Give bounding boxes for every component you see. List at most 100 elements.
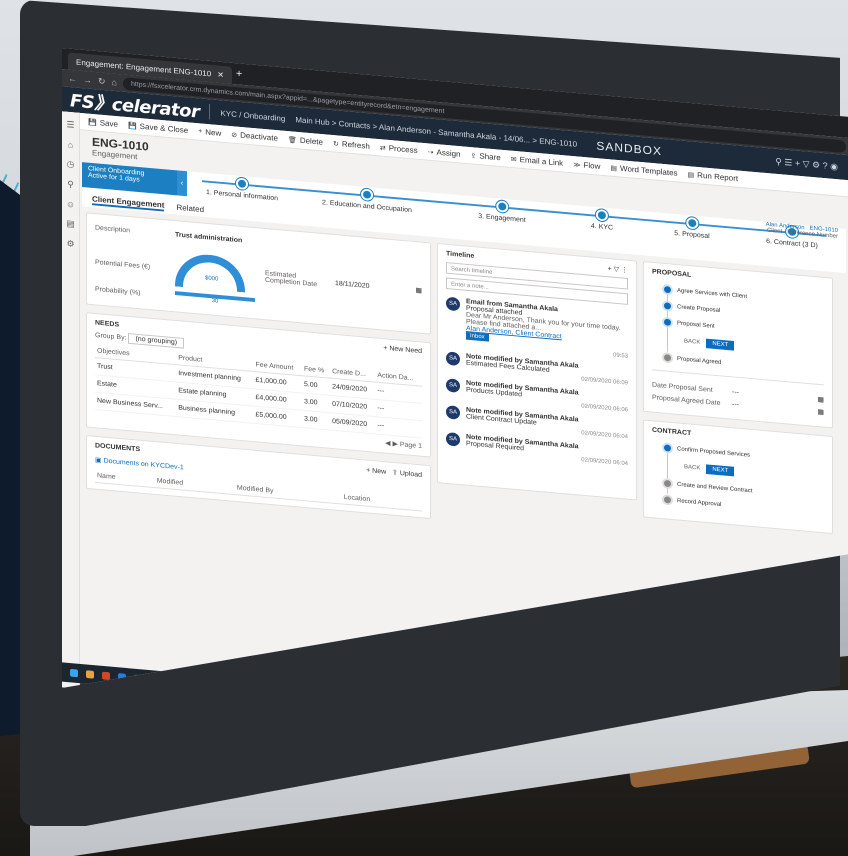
new-document-button[interactable]: + New	[366, 467, 386, 475]
recent-icon[interactable]: ◷	[67, 159, 75, 170]
bpf-stage-1[interactable]: 1. Personal information	[206, 175, 278, 202]
pin-icon[interactable]: ⚲	[67, 179, 74, 190]
new-document-label: New	[372, 467, 387, 476]
step-label: Proposal Agreed	[677, 355, 722, 366]
stage-dot	[235, 177, 248, 191]
explorer-icon[interactable]	[86, 670, 94, 679]
upload-button[interactable]: ⇧ Upload	[392, 470, 422, 479]
needs-subgrid: NEEDS + New Need Group By: (no grouping)…	[86, 312, 431, 458]
command-1[interactable]: 💾 Save & Close	[128, 121, 188, 135]
command-5[interactable]: ↻ Refresh	[333, 139, 370, 151]
divider	[209, 104, 211, 120]
contacts-icon[interactable]: ☺	[66, 199, 75, 209]
avatar: SA	[446, 296, 460, 312]
command-2[interactable]: + New	[198, 127, 221, 138]
menu-icon[interactable]: ☰	[66, 119, 74, 130]
app-area[interactable]: KYC / Onboarding	[220, 108, 285, 122]
back-button[interactable]: BACK	[678, 462, 706, 474]
start-icon[interactable]	[70, 668, 78, 678]
command-label: Process	[388, 143, 418, 155]
home-icon[interactable]: ⌂	[68, 140, 73, 150]
command-icon: 💾	[88, 118, 97, 127]
command-icon: ⇄	[379, 144, 386, 152]
proposal-agreed-value[interactable]: ---	[732, 401, 739, 408]
contract-title: CONTRACT	[652, 426, 692, 438]
step-dot	[664, 318, 671, 326]
next-button[interactable]: NEXT	[706, 464, 735, 477]
column-header[interactable]: Modified By	[234, 481, 342, 504]
proposal-sent-value[interactable]: ---	[732, 388, 739, 395]
cell-amount: £5,000.00	[253, 406, 302, 428]
back-button[interactable]: BACK	[678, 336, 706, 348]
bpf-stage-3[interactable]: 3. Engagement	[478, 199, 526, 224]
step-item[interactable]: Record Approval	[664, 496, 824, 517]
header-icons[interactable]: ⚲ ☰ + ▽ ⚙ ? ◉	[775, 156, 838, 172]
bpf-stage-5[interactable]: 5. Proposal	[674, 216, 710, 240]
command-8[interactable]: ⇪ Share	[471, 151, 501, 163]
stage-dot	[596, 208, 608, 222]
needs-title: NEEDS	[95, 319, 120, 329]
column-header[interactable]: Name	[95, 469, 155, 488]
command-10[interactable]: ≫ Flow	[573, 160, 600, 171]
settings-icon[interactable]: ⚙	[66, 238, 74, 249]
reload-icon[interactable]: ↻	[98, 76, 106, 87]
command-4[interactable]: 🗑 Delete	[288, 135, 323, 147]
command-11[interactable]: ▤ Word Templates	[610, 163, 677, 178]
new-tab-icon[interactable]: +	[236, 68, 242, 80]
timeline-actions-icon[interactable]: + ▽ ⋮	[608, 265, 628, 275]
completion-value[interactable]: 18/11/2020	[335, 280, 370, 290]
office-icon[interactable]	[102, 671, 110, 681]
owner-role: Client	[766, 227, 783, 235]
calendar-icon[interactable]: ▦	[415, 286, 422, 294]
calendar-icon[interactable]: ▦	[817, 408, 824, 416]
back-icon[interactable]: ←	[68, 73, 77, 83]
new-need-label: New Need	[389, 345, 422, 356]
forward-icon[interactable]: →	[83, 75, 92, 85]
stage-label: 1. Personal information	[206, 189, 278, 203]
column-header[interactable]: Modified	[154, 474, 235, 495]
bpf-stage-4[interactable]: 4. KYC	[591, 208, 613, 232]
description-value[interactable]: Trust administration	[175, 232, 242, 245]
avatar: SA	[446, 351, 460, 367]
calendar-icon[interactable]: ▦	[817, 395, 824, 403]
bpf-stage-2[interactable]: 2. Education and Occupation	[322, 185, 412, 214]
avatar: SA	[446, 378, 460, 393]
command-3[interactable]: ⊘ Deactivate	[231, 130, 278, 143]
step-label: Record Approval	[677, 497, 722, 508]
list-icon[interactable]: ▤	[66, 218, 75, 229]
environment-label: SANDBOX	[596, 138, 662, 159]
command-label: Run Report	[697, 170, 739, 183]
command-label: Email a Link	[519, 155, 564, 168]
timeline-card: Timeline + ▽ ⋮ Search timeline Enter a n…	[437, 243, 637, 501]
step-label: Confirm Proposed Services	[677, 445, 751, 459]
step-label: Create Proposal	[677, 303, 721, 314]
group-by-select[interactable]: (no grouping)	[128, 333, 185, 349]
cell-fee: 3.00	[301, 410, 331, 431]
tab-related[interactable]: Related	[176, 202, 204, 213]
command-icon: ▤	[610, 164, 618, 172]
contract-steps: Confirm Proposed Services BACK NEXT Create …	[652, 443, 824, 517]
document-library-name: Documents on KYCDev-1	[103, 457, 184, 472]
command-7[interactable]: ⇢ Assign	[428, 147, 461, 159]
stage-dot	[685, 216, 698, 230]
command-label: Save	[99, 118, 118, 129]
fees-label: Potential Fees (€)	[95, 258, 151, 271]
chevron-left-icon[interactable]: ‹	[177, 170, 187, 197]
command-12[interactable]: ▤ Run Report	[688, 170, 739, 183]
timeline-item[interactable]: SA Email from Samantha Akala Proposal atta…	[446, 296, 628, 360]
command-icon: 💾	[127, 122, 137, 130]
command-9[interactable]: ✉ Email a Link	[511, 154, 563, 167]
bpf-active-process[interactable]: Client Onboarding Active for 1 days	[82, 162, 177, 196]
timeline-text: Email from Samantha Akala Proposal attach…	[466, 298, 628, 360]
new-need-button[interactable]: + New Need	[383, 345, 422, 355]
command-6[interactable]: ⇄ Process	[380, 143, 418, 155]
stage-dot	[495, 200, 508, 213]
next-button[interactable]: NEXT	[706, 338, 735, 351]
column-header[interactable]: Location	[341, 491, 422, 512]
home-icon[interactable]: ⌂	[112, 77, 117, 87]
main-column: Description Trust administration Potenti…	[86, 212, 431, 520]
command-0[interactable]: 💾 Save	[88, 117, 118, 128]
probability-slider[interactable]: 30	[175, 291, 255, 308]
fees-gauge: $000	[175, 251, 245, 293]
close-icon[interactable]: ✕	[217, 70, 224, 79]
